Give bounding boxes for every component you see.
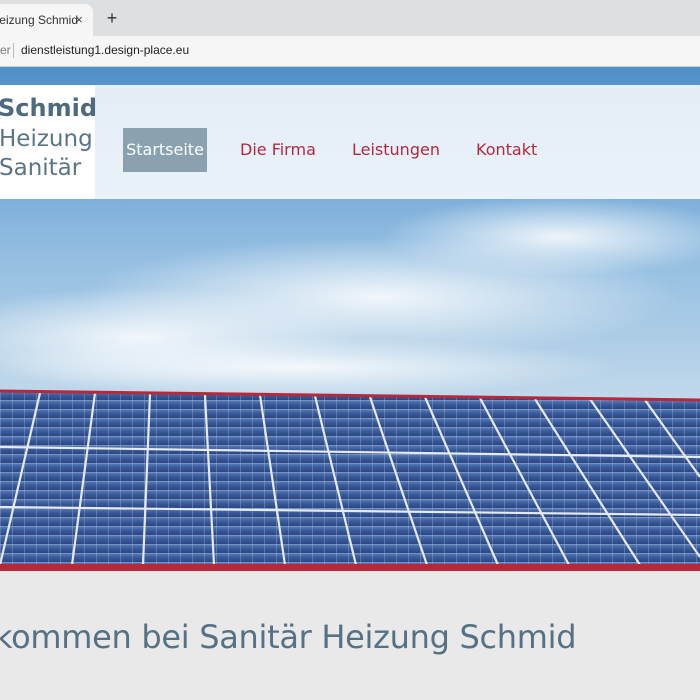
close-icon[interactable]: × [72,12,86,28]
nav-item-die-firma[interactable]: Die Firma [240,128,316,172]
browser-tabstrip: Heizung Schmid × + [0,0,700,36]
nav-item-startseite[interactable]: Startseite [123,128,207,172]
main-navigation: Startseite Die Firma Leistungen Kontakt [0,85,700,199]
browser-tab[interactable]: Heizung Schmid × [0,4,93,36]
web-page: Schmid Heizung Sanitär Startseite Die Fi… [0,67,700,700]
omnibox-divider [13,43,14,58]
tab-title: Heizung Schmid [0,13,78,27]
address-bar[interactable]: dienstleistung1.design-place.eu [21,43,189,57]
welcome-heading: kommen bei Sanitär Heizung Schmid [0,618,577,656]
browser-toolbar: er dienstleistung1.design-place.eu [0,36,700,67]
omnibox-security-label: er [0,43,11,57]
nav-item-kontakt[interactable]: Kontakt [476,128,537,172]
new-tab-icon[interactable]: + [102,8,122,28]
nav-item-leistungen[interactable]: Leistungen [352,128,440,172]
